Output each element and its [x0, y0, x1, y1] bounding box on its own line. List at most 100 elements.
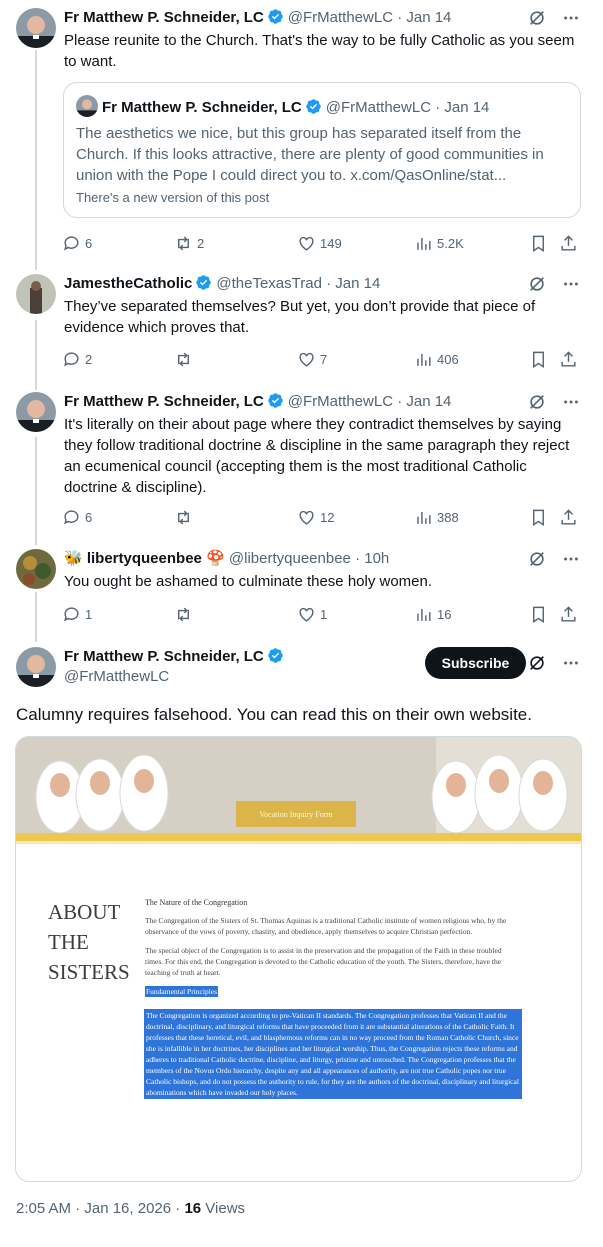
quote-author-handle: @FrMatthewLC: [325, 99, 432, 116]
view-count: 388: [437, 509, 459, 525]
author-handle[interactable]: @libertyqueenbee: [229, 550, 351, 567]
tweet[interactable]: Fr Matthew P. Schneider, LC @FrMatthewLC …: [0, 8, 603, 263]
author-name[interactable]: Fr Matthew P. Schneider, LC: [64, 393, 264, 410]
repost-button[interactable]: 2: [174, 232, 204, 254]
grok-icon[interactable]: [527, 549, 547, 569]
paragraph: The special object of the Congregation i…: [145, 946, 502, 977]
quoted-tweet[interactable]: Fr Matthew P. Schneider, LC @FrMatthewLC …: [63, 82, 581, 218]
verified-badge-icon: [306, 99, 321, 114]
reply-button[interactable]: 6: [62, 506, 92, 528]
tweet-date[interactable]: · 10h: [355, 550, 389, 567]
tweet-date[interactable]: · Jan 14: [397, 393, 451, 410]
about-heading: ABOUT THE SISTERS: [48, 897, 130, 987]
author-handle[interactable]: @FrMatthewLC: [64, 668, 169, 685]
bookmark-button[interactable]: [529, 603, 548, 625]
verified-badge-icon: [268, 9, 283, 24]
verified-badge-icon: [196, 275, 212, 290]
subscribe-button[interactable]: Subscribe: [425, 647, 526, 679]
more-icon[interactable]: [561, 549, 581, 569]
repost-button[interactable]: [174, 603, 197, 625]
main-tweet: Fr Matthew P. Schneider, LC @FrMatthewLC…: [0, 647, 603, 692]
author-handle[interactable]: @FrMatthewLC: [288, 393, 393, 410]
reply-count: 6: [85, 235, 93, 251]
tweet-header: Fr Matthew P. Schneider, LC @FrMatthewLC …: [64, 8, 451, 28]
avatar[interactable]: [16, 647, 56, 687]
tweet-date[interactable]: · Jan 14: [326, 275, 380, 292]
paragraph: The Congregation of the Sisters of St. T…: [145, 916, 507, 936]
bookmark-button[interactable]: [529, 506, 548, 528]
tweet-actions: 6 2 149 5.2K: [62, 232, 582, 254]
views-button[interactable]: 5.2K: [414, 232, 464, 254]
gold-divider-light: [16, 841, 581, 844]
attached-image[interactable]: Vocation Inquiry Form ABOUT THE SISTERS …: [15, 736, 582, 1182]
grok-icon[interactable]: [527, 392, 547, 412]
author-name[interactable]: 🐝 libertyqueenbee 🍄: [64, 550, 225, 567]
views-button[interactable]: 16: [414, 603, 451, 625]
like-button[interactable]: 1: [297, 603, 327, 625]
author-name[interactable]: Fr Matthew P. Schneider, LC: [64, 9, 264, 26]
views-button[interactable]: 388: [414, 506, 459, 528]
view-count: 5.2K: [437, 235, 464, 251]
verified-badge-icon: [268, 648, 283, 663]
reply-count: 2: [85, 351, 93, 367]
like-button[interactable]: 12: [297, 506, 334, 528]
post-timestamp[interactable]: 2:05 AM · Jan 16, 2026 ·: [16, 1200, 184, 1217]
tweet-top-icons: [527, 549, 581, 569]
more-icon[interactable]: [561, 653, 581, 673]
bookmark-button[interactable]: [529, 348, 548, 370]
like-count: 1: [320, 606, 328, 622]
avatar[interactable]: [16, 274, 56, 314]
author-name[interactable]: JamestheCatholic: [64, 275, 192, 292]
quote-author-name: Fr Matthew P. Schneider, LC: [102, 99, 302, 116]
avatar[interactable]: [16, 549, 56, 589]
grok-icon[interactable]: [527, 8, 547, 28]
tweet[interactable]: Fr Matthew P. Schneider, LC @FrMatthewLC …: [0, 392, 603, 532]
share-button[interactable]: [559, 603, 578, 625]
tweet-header: Fr Matthew P. Schneider, LC @FrMatthewLC: [64, 647, 288, 687]
reply-count: 6: [85, 509, 93, 525]
tweet-text: Please reunite to the Church. That's the…: [64, 32, 575, 70]
reply-count: 1: [85, 606, 93, 622]
share-button[interactable]: [559, 232, 578, 254]
tweet-date[interactable]: · Jan 14: [397, 9, 451, 26]
banner-photo: Vocation Inquiry Form: [16, 737, 581, 834]
about-content: The Nature of the Congregation The Congr…: [144, 897, 522, 1099]
tweet-actions: 6 12 388: [62, 506, 582, 528]
tweet-header: Fr Matthew P. Schneider, LC @FrMatthewLC …: [64, 392, 451, 412]
grok-icon[interactable]: [527, 653, 547, 673]
quote-note: There's a new version of this post: [76, 190, 270, 205]
tweet-actions: 2 7 406: [62, 348, 582, 370]
more-icon[interactable]: [561, 392, 581, 412]
avatar[interactable]: [16, 392, 56, 432]
repost-button[interactable]: [174, 348, 197, 370]
bookmark-button[interactable]: [529, 232, 548, 254]
tweet-header: JamestheCatholic @theTexasTrad · Jan 14: [64, 274, 380, 294]
tweet[interactable]: 🐝 libertyqueenbee 🍄 @libertyqueenbee · 1…: [0, 549, 603, 629]
vocation-inquiry-button: Vocation Inquiry Form: [236, 801, 356, 827]
tweet-top-icons: [527, 8, 581, 28]
author-handle[interactable]: @FrMatthewLC: [288, 9, 393, 26]
author-name[interactable]: Fr Matthew P. Schneider, LC: [64, 648, 264, 665]
highlighted-paragraph: The Congregation is organized according …: [144, 1009, 522, 1099]
tweet[interactable]: JamestheCatholic @theTexasTrad · Jan 14 T…: [0, 274, 603, 374]
views-button[interactable]: 406: [414, 348, 459, 370]
grok-icon[interactable]: [527, 274, 547, 294]
reply-button[interactable]: 6: [62, 232, 92, 254]
avatar[interactable]: [16, 8, 56, 48]
verified-badge-icon: [268, 393, 283, 408]
author-handle[interactable]: @theTexasTrad: [216, 275, 322, 292]
like-count: 149: [320, 235, 342, 251]
more-icon[interactable]: [561, 274, 581, 294]
tweet-text: You ought be ashamed to culminate these …: [64, 573, 433, 590]
like-button[interactable]: 7: [297, 348, 327, 370]
like-button[interactable]: 149: [297, 232, 342, 254]
share-button[interactable]: [559, 348, 578, 370]
repost-button[interactable]: [174, 506, 197, 528]
reply-button[interactable]: 1: [62, 603, 92, 625]
share-button[interactable]: [559, 506, 578, 528]
tweet-text: They’ve separated themselves? But yet, y…: [64, 298, 536, 336]
reply-button[interactable]: 2: [62, 348, 92, 370]
more-icon[interactable]: [561, 8, 581, 28]
view-count: 406: [437, 351, 459, 367]
about-line: SISTERS: [48, 960, 130, 984]
